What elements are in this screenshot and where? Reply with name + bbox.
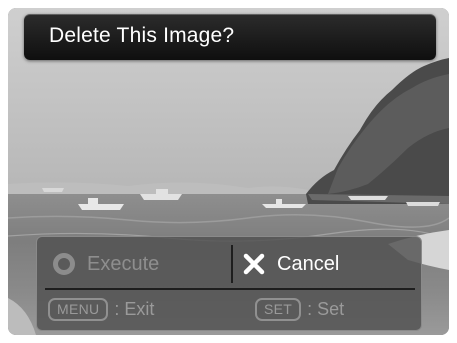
boat (406, 202, 440, 206)
cancel-option[interactable]: Cancel (243, 247, 339, 281)
boat (42, 188, 64, 192)
title-bar: Delete This Image? (24, 14, 436, 60)
wave (8, 214, 449, 228)
dialog-title: Delete This Image? (49, 24, 235, 47)
exit-hint-text: : Exit (114, 298, 155, 319)
boat (348, 196, 388, 200)
delete-confirm-dialog: Execute Cancel MENU : Exit SET : Set (36, 236, 422, 331)
boat (262, 199, 306, 208)
execute-label: Execute (87, 252, 160, 275)
set-key-badge: SET (255, 297, 302, 321)
option-divider (231, 245, 233, 283)
boat (78, 198, 124, 210)
radio-ring-icon (53, 253, 75, 275)
execute-option[interactable]: Execute (53, 247, 159, 281)
surf (8, 298, 36, 335)
cancel-label: Cancel (277, 252, 340, 275)
set-hint-text: : Set (307, 298, 345, 319)
menu-key-badge: MENU (48, 297, 109, 321)
hint-divider (45, 288, 415, 290)
x-icon (243, 253, 265, 275)
exit-hint: MENU : Exit (48, 296, 154, 322)
set-hint: SET : Set (255, 296, 344, 322)
